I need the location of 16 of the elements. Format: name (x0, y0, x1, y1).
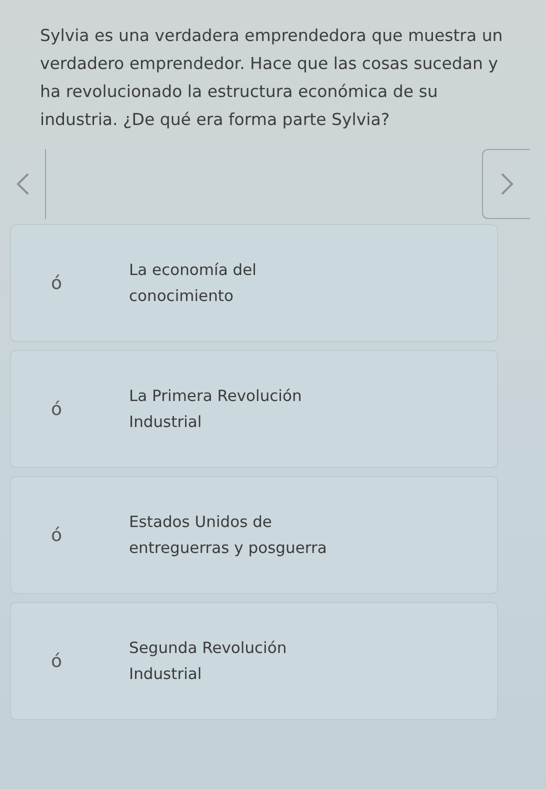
option-text: La economía del conocimiento (129, 260, 258, 307)
question-text: Sylvia es una verdadera emprendedora que muestra un verdadero emprendedor. Hace que las cosas sucedan y ha revolucionado la estructura económica de su industria. ¿De qué era forma parte Sylvia? (40, 25, 504, 131)
answer-option[interactable]: ó La Primera Revolución Industrial (10, 350, 498, 468)
option-marker: ó (51, 524, 64, 546)
chevron-left-icon (16, 172, 30, 196)
option-marker: ó (51, 650, 64, 672)
option-text: La Primera Revolución Industrial (129, 386, 303, 433)
next-button[interactable] (482, 149, 530, 219)
chevron-right-icon (500, 172, 514, 196)
option-text: Segunda Revolución Industrial (129, 638, 288, 685)
option-marker: ó (51, 398, 64, 420)
option-text: Estados Unidos de entreguerras y posguerra (129, 512, 328, 559)
answer-option[interactable]: ó La economía del conocimiento (10, 224, 498, 342)
answer-option[interactable]: ó Segunda Revolución Industrial (10, 602, 498, 720)
answer-option[interactable]: ó Estados Unidos de entreguerras y posguerra (10, 476, 498, 594)
option-marker: ó (51, 272, 64, 294)
